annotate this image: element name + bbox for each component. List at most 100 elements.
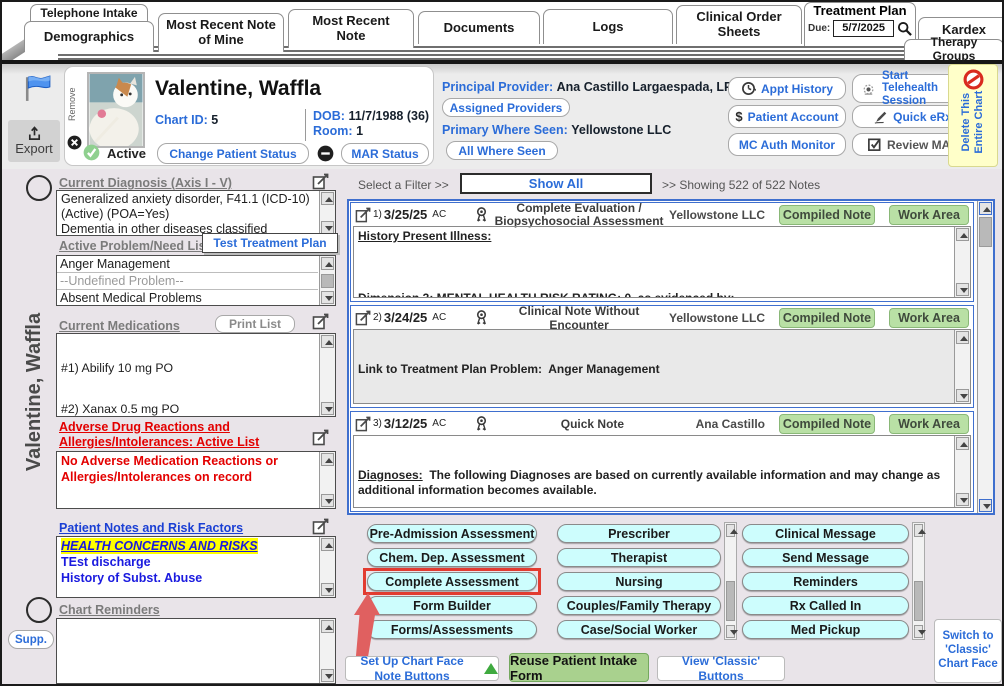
reuse-intake-form-button[interactable]: Reuse Patient Intake Form: [509, 653, 649, 682]
note-body[interactable]: Link to Treatment Plan Problem: Anger Ma…: [353, 329, 971, 404]
due-date-field[interactable]: 5/7/2025: [833, 20, 894, 37]
note-body[interactable]: History Present Illness: Dimension 3: ME…: [353, 226, 971, 298]
flag-icon[interactable]: [24, 74, 52, 102]
grid-scrollbar[interactable]: [912, 522, 925, 640]
rx-called-in-button[interactable]: Rx Called In: [742, 596, 909, 615]
tab-therapy-groups[interactable]: Therapy Groups: [904, 39, 1004, 60]
scrollbar[interactable]: [954, 436, 970, 507]
problem-item[interactable]: Absent Medical Problems: [57, 290, 318, 306]
nursing-button[interactable]: Nursing: [557, 572, 721, 591]
therapist-button[interactable]: Therapist: [557, 548, 721, 567]
note-popout-icon[interactable]: [355, 416, 371, 432]
mc-auth-monitor-button[interactable]: MC Auth Monitor: [728, 133, 846, 156]
clinical-message-button[interactable]: Clinical Message: [742, 524, 909, 543]
patient-account-button[interactable]: $ Patient Account: [728, 105, 846, 128]
compiled-note-button[interactable]: Compiled Note: [779, 308, 875, 328]
problem-listbox[interactable]: Anger Management --Undefined Problem-- A…: [56, 255, 336, 306]
change-patient-status-button[interactable]: Change Patient Status: [157, 143, 309, 164]
minus-icon[interactable]: [317, 145, 334, 162]
tab-documents[interactable]: Documents: [418, 11, 540, 44]
note-row[interactable]: 2) 3/24/25 AC Clinical Note Without Enco…: [350, 305, 974, 408]
view-classic-buttons-button[interactable]: View 'Classic' Buttons: [657, 656, 785, 681]
scrollbar[interactable]: [319, 334, 335, 416]
send-message-button[interactable]: Send Message: [742, 548, 909, 567]
forms-assessments-button[interactable]: Forms/Assessments: [367, 620, 537, 639]
problem-item[interactable]: --Undefined Problem--: [57, 273, 318, 290]
reminders-button[interactable]: Reminders: [742, 572, 909, 591]
risk-item[interactable]: History of Subst. Abuse: [61, 570, 318, 586]
tab-most-recent-note[interactable]: Most Recent Note: [288, 9, 414, 48]
compiled-note-button[interactable]: Compiled Note: [779, 414, 875, 434]
work-area-button[interactable]: Work Area: [889, 308, 969, 328]
test-treatment-plan-button[interactable]: Test Treatment Plan: [202, 233, 338, 253]
scrollbar[interactable]: [319, 619, 335, 683]
grid-scrollbar[interactable]: [724, 522, 737, 640]
show-all-button[interactable]: Show All: [460, 173, 652, 194]
scrollbar[interactable]: [319, 452, 335, 508]
form-builder-button[interactable]: Form Builder: [367, 596, 537, 615]
treatment-plan-label: Treatment Plan: [805, 3, 915, 18]
note-popout-icon[interactable]: [355, 207, 371, 223]
reminders-radio[interactable]: [26, 597, 52, 623]
diagnosis-radio[interactable]: [26, 175, 52, 201]
chem-dep-assessment-button[interactable]: Chem. Dep. Assessment: [367, 548, 537, 567]
medications-listbox[interactable]: #1) Abilify 10 mg PO #2) Xanax 0.5 mg PO…: [56, 333, 336, 417]
mar-status-button[interactable]: MAR Status: [341, 143, 429, 164]
work-area-button[interactable]: Work Area: [889, 414, 969, 434]
scrollbar[interactable]: [319, 537, 335, 597]
risk-popout-icon[interactable]: [312, 518, 329, 535]
tab-demographics[interactable]: Demographics: [24, 21, 154, 52]
print-list-button[interactable]: Print List: [215, 315, 295, 333]
all-where-seen-button[interactable]: All Where Seen: [446, 141, 558, 160]
due-label: Due:: [808, 23, 830, 34]
note-body-clipped-line: Dimension 3: MENTAL HEALTH RISK RATING: …: [358, 291, 735, 298]
tab-treatment-plan[interactable]: Treatment Plan Due: 5/7/2025: [804, 2, 916, 46]
adverse-listbox[interactable]: No Adverse Medication Reactions or Aller…: [56, 451, 336, 509]
delete-chart-button[interactable]: Delete This Entire Chart: [948, 64, 998, 167]
medications-popout-icon[interactable]: [312, 313, 329, 330]
diagnosis-popout-icon[interactable]: [312, 173, 329, 190]
patient-photo[interactable]: [87, 72, 145, 148]
scrollbar[interactable]: [319, 256, 335, 305]
problem-item[interactable]: Anger Management: [57, 256, 318, 273]
where-seen-label: Primary Where Seen:: [442, 123, 568, 137]
reminders-listbox[interactable]: [56, 618, 336, 684]
medication-item[interactable]: #1) Abilify 10 mg PO: [61, 362, 318, 376]
remove-photo-label[interactable]: Remove: [67, 73, 81, 135]
note-date: 3/12/25: [384, 416, 427, 431]
note-popout-icon[interactable]: [355, 310, 371, 326]
risk-listbox[interactable]: HEALTH CONCERNS AND RISKS TEst discharge…: [56, 536, 336, 598]
work-area-button[interactable]: Work Area: [889, 205, 969, 225]
risk-item-highlight[interactable]: HEALTH CONCERNS AND RISKS: [61, 538, 258, 554]
remove-x-icon[interactable]: [67, 135, 82, 150]
switch-classic-chart-face-button[interactable]: Switch to 'Classic' Chart Face: [934, 619, 1002, 683]
appt-history-button[interactable]: Appt History: [728, 77, 846, 100]
adverse-popout-icon[interactable]: [312, 429, 329, 446]
tab-clinical-order-sheets[interactable]: Clinical Order Sheets: [676, 5, 802, 44]
scrollbar[interactable]: [954, 330, 970, 403]
tab-most-recent-note-of-mine[interactable]: Most Recent Note of Mine: [158, 13, 284, 52]
medication-item[interactable]: #2) Xanax 0.5 mg PO: [61, 403, 318, 417]
status-check-icon: [83, 144, 100, 161]
scrollbar[interactable]: [954, 227, 970, 297]
notes-scrollbar[interactable]: [977, 201, 993, 513]
note-row[interactable]: 1) 3/25/25 AC Complete Evaluation / Biop…: [350, 202, 974, 302]
tab-logs[interactable]: Logs: [543, 9, 673, 44]
note-row[interactable]: 3) 3/12/25 AC Quick Note Ana Castillo Co…: [350, 411, 974, 512]
case-social-worker-button[interactable]: Case/Social Worker: [557, 620, 721, 639]
pre-admission-assessment-button[interactable]: Pre-Admission Assessment: [367, 524, 537, 543]
search-icon[interactable]: [897, 21, 912, 36]
risk-item[interactable]: TEst discharge: [61, 554, 318, 570]
compiled-note-button[interactable]: Compiled Note: [779, 205, 875, 225]
prescriber-button[interactable]: Prescriber: [557, 524, 721, 543]
note-body[interactable]: Diagnoses: The following Diagnoses are b…: [353, 435, 971, 508]
diagnosis-listbox[interactable]: Generalized anxiety disorder, F41.1 (ICD…: [56, 190, 336, 236]
setup-note-buttons-button[interactable]: Set Up Chart Face Note Buttons: [345, 656, 499, 681]
assigned-providers-button[interactable]: Assigned Providers: [442, 98, 570, 117]
med-pickup-button[interactable]: Med Pickup: [742, 620, 909, 639]
scrollbar[interactable]: [319, 191, 335, 235]
couples-family-therapy-button[interactable]: Couples/Family Therapy: [557, 596, 721, 615]
supp-button[interactable]: Supp.: [8, 630, 54, 649]
export-label: Export: [15, 141, 53, 156]
export-button[interactable]: Export: [8, 120, 60, 162]
